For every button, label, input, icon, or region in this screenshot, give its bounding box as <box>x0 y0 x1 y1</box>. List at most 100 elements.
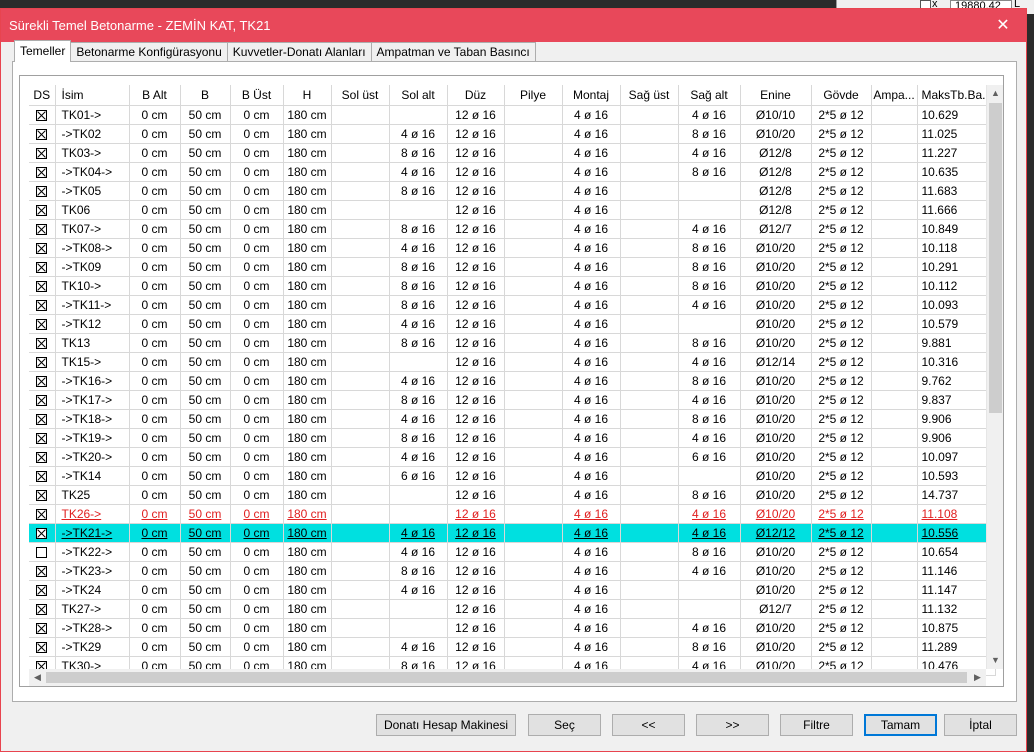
table-cell[interactable]: Ø10/20 <box>740 466 812 486</box>
ds-checkbox[interactable] <box>36 394 48 406</box>
table-cell[interactable]: 50 cm <box>180 124 231 144</box>
table-cell[interactable] <box>620 219 679 239</box>
table-cell[interactable]: 12 ø 16 <box>447 276 505 296</box>
table-cell[interactable]: 4 ø 16 <box>562 447 621 467</box>
table-cell[interactable]: Ø12/8 <box>740 181 812 201</box>
table-cell[interactable]: 0 cm <box>129 333 181 353</box>
table-cell[interactable] <box>504 580 563 600</box>
column-header[interactable]: H <box>283 85 332 106</box>
ds-cell[interactable] <box>29 580 56 600</box>
table-cell[interactable] <box>871 219 918 239</box>
table-cell[interactable]: 8 ø 16 <box>389 333 448 353</box>
table-cell[interactable] <box>331 409 390 429</box>
table-cell[interactable] <box>504 561 563 581</box>
next-button[interactable]: >> <box>696 714 769 736</box>
table-cell[interactable]: 0 cm <box>230 561 284 581</box>
table-cell[interactable]: 180 cm <box>283 352 332 372</box>
table-cell[interactable]: 8 ø 16 <box>389 561 448 581</box>
table-cell[interactable]: 4 ø 16 <box>562 409 621 429</box>
table-cell[interactable]: 10.654 <box>917 542 996 562</box>
table-cell[interactable] <box>504 295 563 315</box>
table-cell[interactable]: 0 cm <box>129 618 181 638</box>
table-cell[interactable]: 4 ø 16 <box>678 523 741 543</box>
table-cell[interactable]: 8 ø 16 <box>389 295 448 315</box>
ds-checkbox[interactable] <box>36 280 48 292</box>
table-cell[interactable]: 2*5 ø 12 <box>811 637 872 657</box>
table-cell[interactable]: 0 cm <box>230 238 284 258</box>
table-cell[interactable] <box>620 162 679 182</box>
table-cell[interactable]: 0 cm <box>129 219 181 239</box>
table-cell[interactable]: 50 cm <box>180 371 231 391</box>
table-cell[interactable]: 50 cm <box>180 523 231 543</box>
table-cell[interactable] <box>389 599 448 619</box>
table-cell[interactable]: 12 ø 16 <box>447 238 505 258</box>
row-name-cell[interactable]: TK01-> <box>55 105 130 125</box>
table-cell[interactable] <box>504 428 563 448</box>
ds-checkbox[interactable] <box>36 622 48 634</box>
table-cell[interactable] <box>871 523 918 543</box>
table-cell[interactable]: 10.112 <box>917 276 996 296</box>
table-cell[interactable] <box>331 181 390 201</box>
table-cell[interactable] <box>504 599 563 619</box>
table-cell[interactable]: 4 ø 16 <box>562 504 621 524</box>
table-cell[interactable] <box>504 181 563 201</box>
table-cell[interactable]: 180 cm <box>283 542 332 562</box>
table-cell[interactable]: 0 cm <box>230 143 284 163</box>
table-cell[interactable]: 9.881 <box>917 333 996 353</box>
table-cell[interactable]: 180 cm <box>283 333 332 353</box>
table-row[interactable]: ->TK22-> 0 cm 50 cm 0 cm 180 cm 4 ø 16 12 ø 16… <box>29 542 996 562</box>
table-row[interactable]: ->TK04-> 0 cm 50 cm 0 cm 180 cm 4 ø 16 12 ø 16… <box>29 162 996 182</box>
table-cell[interactable]: 11.147 <box>917 580 996 600</box>
table-cell[interactable]: 180 cm <box>283 599 332 619</box>
table-cell[interactable]: 180 cm <box>283 523 332 543</box>
table-cell[interactable]: 12 ø 16 <box>447 181 505 201</box>
ds-checkbox[interactable] <box>36 565 48 577</box>
tab-temeller[interactable]: Temeller <box>14 40 72 62</box>
table-cell[interactable] <box>389 352 448 372</box>
table-cell[interactable]: 180 cm <box>283 428 332 448</box>
column-header[interactable]: Sağ üst <box>620 85 679 106</box>
row-name-cell[interactable]: ->TK20-> <box>55 447 130 467</box>
table-cell[interactable]: 12 ø 16 <box>447 371 505 391</box>
table-cell[interactable]: 4 ø 16 <box>562 162 621 182</box>
table-cell[interactable] <box>389 200 448 220</box>
table-cell[interactable]: 12 ø 16 <box>447 466 505 486</box>
table-cell[interactable]: 180 cm <box>283 371 332 391</box>
table-cell[interactable] <box>331 561 390 581</box>
table-cell[interactable]: 12 ø 16 <box>447 219 505 239</box>
table-cell[interactable]: 0 cm <box>230 124 284 144</box>
ds-cell[interactable] <box>29 599 56 619</box>
table-cell[interactable]: Ø10/20 <box>740 637 812 657</box>
table-cell[interactable]: 180 cm <box>283 485 332 505</box>
table-cell[interactable]: 4 ø 16 <box>678 504 741 524</box>
table-cell[interactable]: 2*5 ø 12 <box>811 523 872 543</box>
table-cell[interactable]: 4 ø 16 <box>562 181 621 201</box>
table-cell[interactable] <box>504 333 563 353</box>
ds-cell[interactable] <box>29 257 56 277</box>
ds-cell[interactable] <box>29 238 56 258</box>
table-cell[interactable]: 4 ø 16 <box>389 447 448 467</box>
ds-cell[interactable] <box>29 485 56 505</box>
table-cell[interactable]: 9.906 <box>917 428 996 448</box>
table-cell[interactable]: Ø10/20 <box>740 580 812 600</box>
table-cell[interactable] <box>331 162 390 182</box>
table-cell[interactable] <box>331 466 390 486</box>
row-name-cell[interactable]: ->TK21-> <box>55 523 130 543</box>
table-cell[interactable]: 180 cm <box>283 276 332 296</box>
table-cell[interactable]: 0 cm <box>230 181 284 201</box>
table-cell[interactable]: 10.093 <box>917 295 996 315</box>
table-cell[interactable] <box>504 105 563 125</box>
table-row[interactable]: ->TK19-> 0 cm 50 cm 0 cm 180 cm 8 ø 16 12 ø 16… <box>29 428 996 448</box>
table-cell[interactable]: Ø12/7 <box>740 599 812 619</box>
table-cell[interactable] <box>389 105 448 125</box>
table-cell[interactable]: 4 ø 16 <box>678 143 741 163</box>
table-cell[interactable] <box>504 447 563 467</box>
table-cell[interactable] <box>871 409 918 429</box>
column-header[interactable]: Sol alt <box>389 85 448 106</box>
table-cell[interactable] <box>678 181 741 201</box>
table-cell[interactable]: 50 cm <box>180 143 231 163</box>
table-cell[interactable]: Ø10/20 <box>740 238 812 258</box>
ds-cell[interactable] <box>29 447 56 467</box>
table-cell[interactable]: 180 cm <box>283 162 332 182</box>
table-row[interactable]: ->TK02 0 cm 50 cm 0 cm 180 cm 4 ø 16 12 ø 16 4 … <box>29 124 996 144</box>
